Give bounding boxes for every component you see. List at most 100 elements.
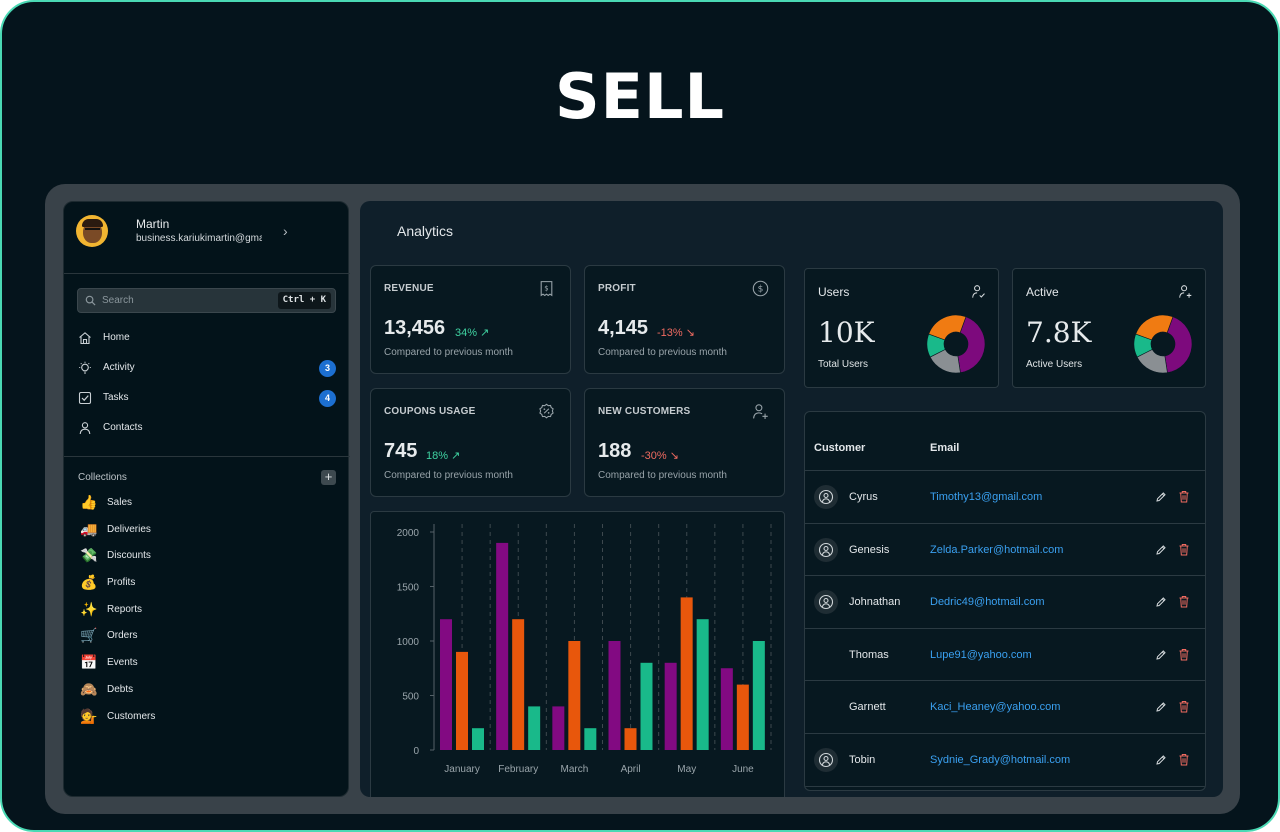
- trash-icon[interactable]: [1178, 753, 1190, 766]
- add-collection-button[interactable]: +: [321, 470, 336, 485]
- nav-item-home[interactable]: Home: [64, 323, 350, 353]
- x-tick-label: April: [621, 764, 641, 775]
- bar-january-series-1: [456, 651, 468, 750]
- profile-name: Martin: [136, 217, 170, 231]
- card-subtitle: Total Users: [818, 359, 869, 370]
- y-tick-label: 2000: [397, 528, 420, 539]
- user-circle-icon: [818, 595, 834, 610]
- bar-june-series-1: [736, 684, 749, 750]
- nav-item-contacts[interactable]: Contacts: [64, 413, 350, 443]
- collection-item-orders[interactable]: 🛒 Orders: [64, 623, 350, 650]
- customer-email-link[interactable]: Kaci_Heaney@yahoo.com: [930, 701, 1060, 713]
- profile-header[interactable]: Martin business.kariukimartin@gmail.com …: [64, 202, 350, 274]
- collection-emoji-icon: 🙈: [80, 680, 98, 697]
- card-subtitle: Compared to previous month: [384, 470, 513, 481]
- collection-item-discounts[interactable]: 💸 Discounts: [64, 543, 350, 570]
- trash-icon[interactable]: [1178, 543, 1190, 556]
- avatar: [814, 590, 838, 615]
- card-change: -13% ↘: [657, 327, 695, 339]
- card-value: 188: [598, 440, 632, 462]
- active-users-card: Active 7.8K Active Users: [1012, 268, 1206, 388]
- bar-february-series-2: [528, 706, 541, 750]
- edit-icon[interactable]: [1155, 754, 1167, 766]
- card-value: 745: [384, 440, 418, 462]
- card-title: PROFIT: [598, 283, 636, 294]
- collections-title: Collections: [78, 472, 127, 483]
- customer-email-link[interactable]: Sydnie_Grady@hotmail.com: [930, 754, 1070, 766]
- customers-table: Customer Email Cyrus Timothy13@gmail.com G…: [804, 411, 1206, 791]
- table-row[interactable]: Genesis Zelda.Parker@hotmail.com: [805, 524, 1205, 577]
- card-value: 7.8K: [1026, 316, 1092, 349]
- column-header-customer: Customer: [814, 442, 866, 454]
- chevron-right-icon[interactable]: ›: [283, 223, 288, 239]
- collections-list: 👍 Sales 🚚 Deliveries 💸 Discounts 💰 Profits ✨ Repo…: [64, 490, 350, 730]
- card-subtitle: Compared to previous month: [598, 470, 727, 481]
- collection-item-deliveries[interactable]: 🚚 Deliveries: [64, 517, 350, 544]
- user-check-icon: [972, 285, 985, 298]
- collection-label: Discounts: [107, 550, 151, 562]
- users-card: Users 10K Total Users: [804, 268, 999, 388]
- receipt-icon: $: [540, 281, 553, 297]
- edit-icon[interactable]: [1155, 596, 1167, 608]
- search-input[interactable]: Search Ctrl + K: [77, 288, 336, 313]
- user-plus-icon: [1179, 285, 1192, 298]
- avatar: [814, 485, 838, 509]
- edit-icon[interactable]: [1155, 491, 1167, 503]
- customer-email-link[interactable]: Zelda.Parker@hotmail.com: [930, 544, 1063, 556]
- card-value: 13,456: [384, 317, 446, 339]
- customer-name: Tobin: [849, 753, 876, 766]
- nav-item-activity[interactable]: Activity 3: [64, 353, 350, 383]
- donut-slice-3: [1135, 314, 1174, 341]
- profit-card: PROFIT $ 4,145 -13% ↘ Compared to previo…: [584, 265, 785, 374]
- main-nav: Home Activity 3 Tasks 4 Contacts: [64, 323, 350, 443]
- collection-label: Reports: [107, 603, 143, 615]
- trash-icon[interactable]: [1178, 700, 1190, 713]
- divider: [64, 456, 350, 457]
- person-icon: [79, 422, 91, 435]
- customer-email-link[interactable]: Lupe91@yahoo.com: [930, 649, 1032, 661]
- avatar: [814, 537, 838, 562]
- table-body: Cyrus Timothy13@gmail.com Genesis Zelda.Par…: [805, 471, 1205, 787]
- collection-item-debts[interactable]: 🙈 Debts: [64, 677, 350, 704]
- column-header-email: Email: [930, 442, 960, 454]
- search-placeholder: Search: [102, 295, 134, 306]
- bar-january-series-0: [440, 619, 452, 750]
- table-row[interactable]: Cyrus Timothy13@gmail.com: [805, 471, 1205, 524]
- donut-slice-3: [928, 314, 967, 341]
- collection-item-sales[interactable]: 👍 Sales: [64, 490, 350, 517]
- table-row[interactable]: Johnathan Dedric49@hotmail.com: [805, 576, 1205, 629]
- table-row[interactable]: Tobin Sydnie_Grady@hotmail.com: [805, 734, 1205, 787]
- card-value: 4,145: [598, 317, 649, 339]
- search-icon: [85, 295, 96, 306]
- collection-item-profits[interactable]: 💰 Profits: [64, 570, 350, 597]
- customer-email-link[interactable]: Dedric49@hotmail.com: [930, 596, 1045, 608]
- bar-june-series-2: [752, 641, 765, 750]
- collection-item-customers[interactable]: 💁 Customers: [64, 704, 350, 731]
- dollar-circle-icon: $: [752, 280, 769, 297]
- bar-april-series-1: [624, 728, 637, 750]
- edit-icon[interactable]: [1155, 701, 1167, 713]
- x-tick-label: June: [732, 764, 754, 775]
- collection-item-reports[interactable]: ✨ Reports: [64, 597, 350, 624]
- customer-email-link[interactable]: Timothy13@gmail.com: [930, 491, 1042, 503]
- trash-icon[interactable]: [1178, 648, 1190, 661]
- page-title: Analytics: [397, 223, 454, 239]
- trash-icon[interactable]: [1178, 595, 1190, 608]
- table-row[interactable]: Thomas Lupe91@yahoo.com: [805, 629, 1205, 682]
- customer-name: Genesis: [849, 543, 890, 556]
- customer-name: Cyrus: [849, 491, 878, 503]
- card-change: 34% ↗: [455, 327, 490, 339]
- collection-item-events[interactable]: 📅 Events: [64, 650, 350, 677]
- sidebar: Martin business.kariukimartin@gmail.com …: [63, 201, 350, 797]
- bulb-icon: [79, 361, 91, 374]
- customer-name: Garnett: [849, 701, 886, 714]
- coupons-card: COUPONS USAGE 745 18% ↗ Compared to prev…: [370, 388, 571, 497]
- edit-icon[interactable]: [1155, 649, 1167, 661]
- table-row[interactable]: Garnett Kaci_Heaney@yahoo.com: [805, 681, 1205, 734]
- edit-icon[interactable]: [1155, 544, 1167, 556]
- bar-april-series-2: [640, 662, 653, 750]
- collection-label: Deliveries: [107, 523, 151, 535]
- trash-icon[interactable]: [1178, 490, 1190, 503]
- bar-april-series-0: [608, 641, 621, 750]
- nav-item-tasks[interactable]: Tasks 4: [64, 383, 350, 413]
